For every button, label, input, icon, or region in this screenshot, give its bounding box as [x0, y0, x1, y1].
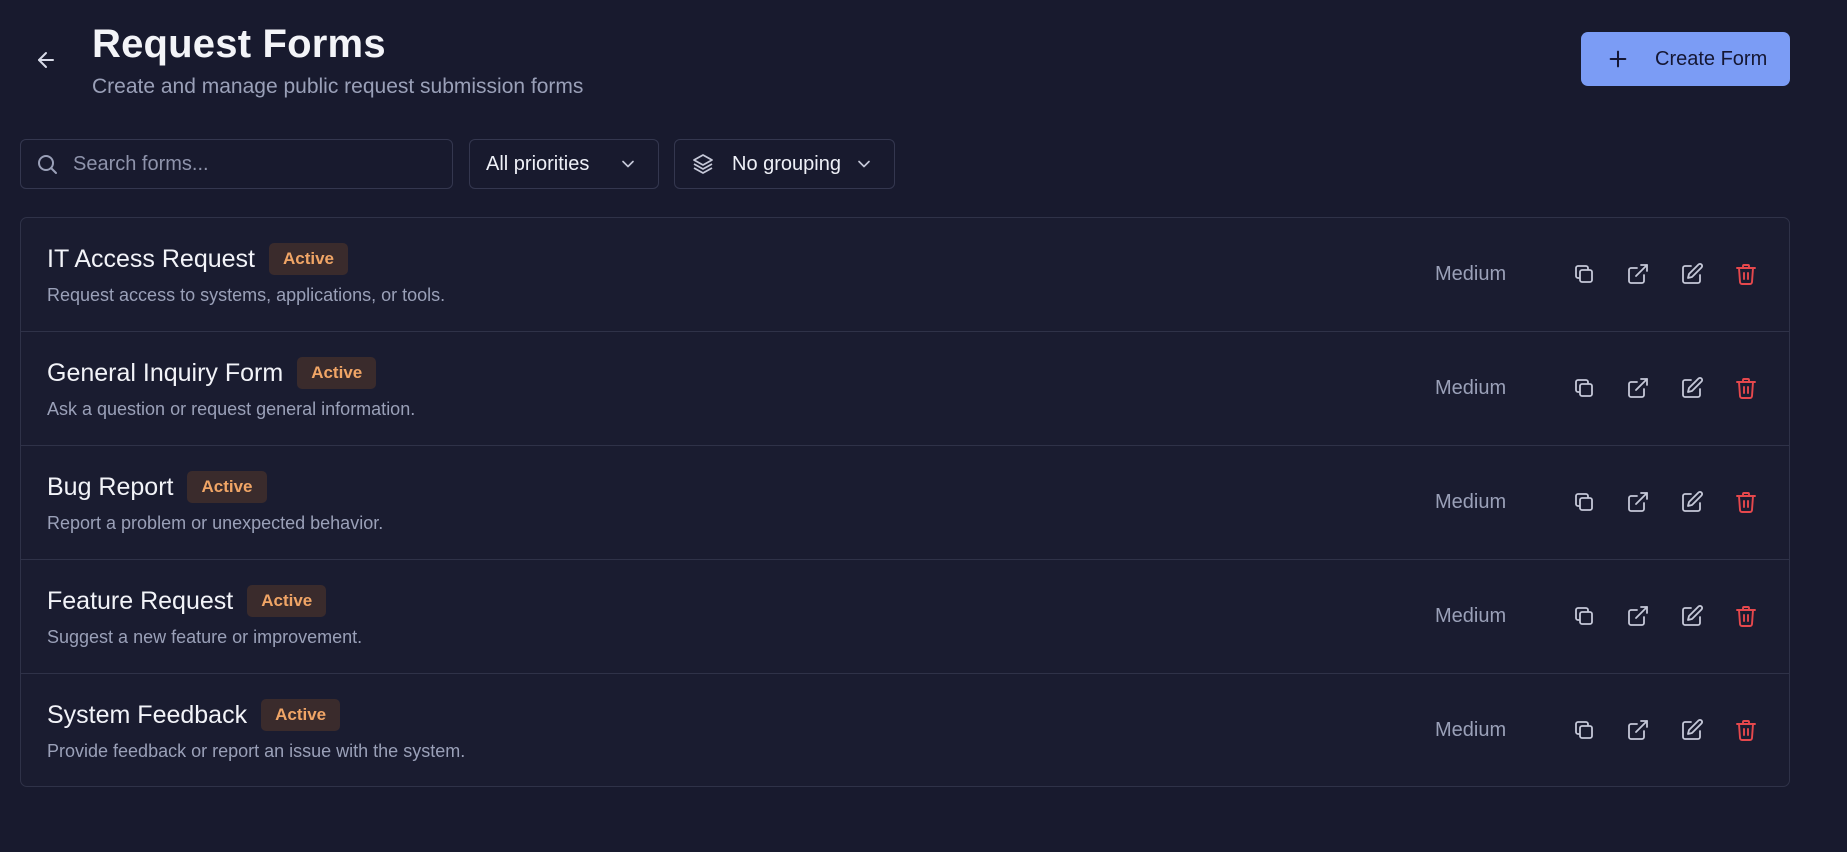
- copy-link-button[interactable]: [1564, 482, 1604, 522]
- form-row[interactable]: Feature Request Active Suggest a new fea…: [21, 560, 1789, 674]
- edit-icon: [1680, 376, 1704, 400]
- form-description: Report a problem or unexpected behavior.: [47, 513, 384, 533]
- search-box[interactable]: [20, 139, 453, 189]
- copy-icon: [1572, 490, 1596, 514]
- trash-icon: [1734, 718, 1758, 742]
- status-badge: Active: [268, 243, 349, 275]
- external-link-icon: [1626, 376, 1650, 400]
- form-name[interactable]: Bug Report: [47, 473, 173, 502]
- copy-link-button[interactable]: [1564, 596, 1604, 636]
- form-description: Suggest a new feature or improvement.: [47, 627, 363, 647]
- status-badge: Active: [297, 357, 377, 389]
- form-priority: Medium: [1435, 491, 1507, 513]
- edit-form-button[interactable]: [1672, 368, 1712, 408]
- external-link-icon: [1626, 604, 1650, 628]
- delete-form-button[interactable]: [1726, 596, 1766, 636]
- form-row[interactable]: General Inquiry Form Active Ask a questi…: [21, 332, 1789, 446]
- back-button[interactable]: [28, 42, 64, 78]
- external-link-icon: [1626, 718, 1650, 742]
- plus-icon: [1607, 48, 1629, 70]
- delete-form-button[interactable]: [1726, 368, 1766, 408]
- form-name[interactable]: IT Access Request: [47, 245, 255, 274]
- layers-icon: [691, 152, 715, 176]
- form-row[interactable]: System Feedback Active Provide feedback …: [21, 674, 1789, 786]
- grouping-value: No grouping: [732, 152, 841, 175]
- priority-filter-value: All priorities: [486, 152, 590, 175]
- chevron-down-icon: [854, 154, 874, 174]
- edit-form-button[interactable]: [1672, 482, 1712, 522]
- copy-link-button[interactable]: [1564, 710, 1604, 750]
- trash-icon: [1734, 262, 1758, 286]
- trash-icon: [1734, 604, 1758, 628]
- delete-form-button[interactable]: [1726, 254, 1766, 294]
- chevron-down-icon: [618, 154, 638, 174]
- form-name[interactable]: Feature Request: [47, 587, 233, 616]
- form-description: Provide feedback or report an issue with…: [47, 741, 466, 761]
- create-form-label: Create Form: [1655, 47, 1768, 70]
- request-forms-page: Request Forms Create and manage public r…: [0, 0, 1847, 852]
- page-title: Request Forms: [92, 22, 386, 66]
- form-row[interactable]: IT Access Request Active Request access …: [21, 218, 1789, 332]
- external-link-icon: [1626, 490, 1650, 514]
- open-form-button[interactable]: [1618, 710, 1658, 750]
- search-icon: [35, 152, 59, 176]
- search-input[interactable]: [71, 151, 435, 177]
- external-link-icon: [1626, 262, 1650, 286]
- form-name[interactable]: General Inquiry Form: [47, 359, 283, 388]
- edit-icon: [1680, 718, 1704, 742]
- status-badge: Active: [261, 699, 341, 731]
- form-priority: Medium: [1435, 719, 1507, 741]
- form-description: Request access to systems, applications,…: [47, 285, 446, 305]
- forms-list: IT Access Request Active Request access …: [20, 217, 1790, 787]
- edit-icon: [1680, 604, 1704, 628]
- create-form-button[interactable]: Create Form: [1581, 32, 1790, 86]
- form-priority: Medium: [1435, 605, 1507, 627]
- copy-icon: [1572, 718, 1596, 742]
- form-priority: Medium: [1435, 377, 1507, 399]
- grouping-select[interactable]: No grouping: [674, 139, 895, 189]
- priority-filter-select[interactable]: All priorities: [469, 139, 659, 189]
- delete-form-button[interactable]: [1726, 482, 1766, 522]
- page-subtitle: Create and manage public request submiss…: [92, 75, 584, 98]
- edit-icon: [1680, 262, 1704, 286]
- edit-icon: [1680, 490, 1704, 514]
- form-name[interactable]: System Feedback: [47, 701, 247, 730]
- copy-link-button[interactable]: [1564, 368, 1604, 408]
- delete-form-button[interactable]: [1726, 710, 1766, 750]
- copy-icon: [1572, 376, 1596, 400]
- form-row[interactable]: Bug Report Active Report a problem or un…: [21, 446, 1789, 560]
- status-badge: Active: [187, 471, 267, 503]
- form-priority: Medium: [1435, 263, 1507, 285]
- edit-form-button[interactable]: [1672, 254, 1712, 294]
- form-description: Ask a question or request general inform…: [47, 399, 416, 419]
- open-form-button[interactable]: [1618, 596, 1658, 636]
- trash-icon: [1734, 376, 1758, 400]
- edit-form-button[interactable]: [1672, 710, 1712, 750]
- open-form-button[interactable]: [1618, 368, 1658, 408]
- copy-icon: [1572, 262, 1596, 286]
- trash-icon: [1734, 490, 1758, 514]
- open-form-button[interactable]: [1618, 254, 1658, 294]
- status-badge: Active: [247, 585, 327, 617]
- copy-link-button[interactable]: [1564, 254, 1604, 294]
- edit-form-button[interactable]: [1672, 596, 1712, 636]
- arrow-left-icon: [34, 48, 58, 72]
- copy-icon: [1572, 604, 1596, 628]
- open-form-button[interactable]: [1618, 482, 1658, 522]
